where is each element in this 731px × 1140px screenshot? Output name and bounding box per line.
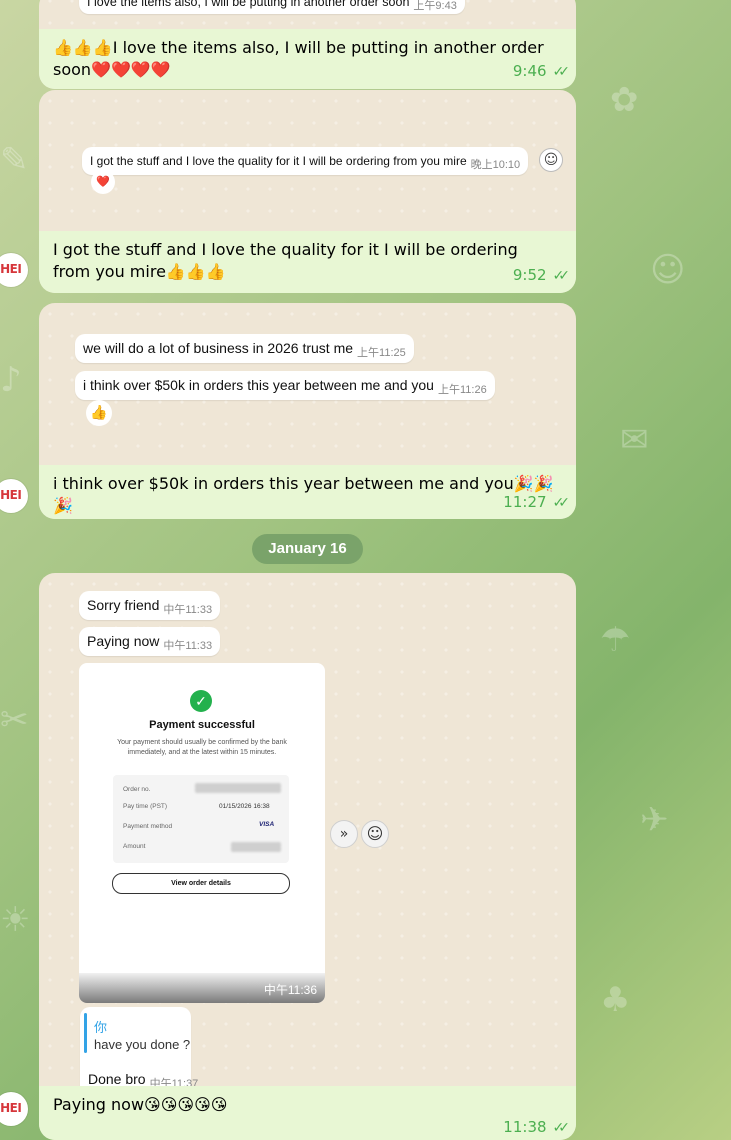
reply-accent-bar: [84, 1013, 87, 1053]
caption-text: Paying now😘😘😘😘😘: [53, 1095, 228, 1114]
wallpaper-doodle: ♣: [600, 980, 631, 1020]
paytime-value: 01/15/2026 16:38: [219, 803, 270, 810]
caption-text: 👍👍👍I love the items also, I will be putt…: [53, 38, 544, 79]
screenshot-message-text: we will do a lot of business in 2026 tru…: [83, 340, 354, 356]
screenshot-message: Sorry friend 中午11:33: [79, 591, 221, 620]
screenshot-message-text: Paying now: [87, 633, 160, 649]
payment-title: Payment successful: [149, 719, 255, 731]
screenshot-message-time: 晚上10:10: [470, 159, 521, 171]
caption-text: I got the stuff and I love the quality f…: [53, 240, 518, 281]
screenshot-message-time: 中午11:33: [163, 640, 213, 652]
reaction-badge: 👍: [86, 400, 112, 426]
check-icon: ✓: [190, 690, 212, 712]
screenshot-message-text: I love the items also, I will be putting…: [87, 0, 410, 9]
avatar[interactable]: SHEI: [0, 1092, 28, 1126]
redacted-amount: [231, 842, 281, 852]
caption-text: i think over $50k in orders this year be…: [53, 474, 554, 515]
message-meta: 11:38 ✓✓: [503, 1116, 571, 1139]
double-check-icon: ✓✓: [552, 268, 571, 284]
forward-icon[interactable]: »: [330, 820, 358, 848]
wallpaper-doodle: ✎: [0, 140, 29, 180]
avatar[interactable]: SHEI: [0, 479, 28, 513]
message-bubble[interactable]: we will do a lot of business in 2026 tru…: [39, 303, 576, 519]
avatar[interactable]: SHEI: [0, 253, 28, 287]
view-order-details-button: View order details: [112, 873, 290, 894]
wallpaper-doodle: ☺: [650, 250, 686, 290]
date-divider: January 16: [252, 534, 363, 564]
screenshot-message-text: Sorry friend: [87, 597, 160, 613]
wallpaper-doodle: ✉: [620, 420, 649, 460]
payment-screenshot[interactable]: ✓ Payment successful Your payment should…: [79, 663, 325, 1003]
message-bubble[interactable]: I got the stuff and I love the quality f…: [39, 90, 576, 293]
message-time: 11:38: [503, 1118, 547, 1136]
visa-logo: VISA: [259, 821, 275, 828]
screenshot-message-time: 上午11:26: [437, 384, 487, 396]
message-meta: 11:27 ✓✓: [503, 491, 571, 514]
smile-icon: ☺: [539, 148, 563, 172]
screenshot-message-text: I got the stuff and I love the quality f…: [90, 154, 467, 168]
screenshot-message-text: i think over $50k in orders this year be…: [83, 377, 434, 393]
reply-name: 你: [94, 1020, 108, 1035]
screenshot-message: Paying now 中午11:33: [79, 627, 221, 656]
wallpaper-doodle: ☀: [0, 900, 31, 940]
image-time: 中午11:36: [263, 983, 317, 997]
screenshot-message: we will do a lot of business in 2026 tru…: [75, 334, 414, 363]
amount-label: Amount: [123, 843, 146, 850]
message-bubble[interactable]: Sorry friend 中午11:33 Paying now 中午11:33 ✓ …: [39, 573, 576, 1140]
message-caption: 👍👍👍I love the items also, I will be putt…: [39, 29, 576, 89]
wallpaper-doodle: ✂: [0, 700, 29, 740]
message-meta: 9:46 ✓✓: [512, 60, 571, 83]
screenshot-message-time: 上午9:43: [413, 0, 457, 12]
double-check-icon: ✓✓: [552, 64, 571, 80]
avatar-text: SHEI: [0, 488, 22, 502]
message-caption: I got the stuff and I love the quality f…: [39, 231, 576, 293]
message-caption: i think over $50k in orders this year be…: [39, 465, 576, 519]
screenshot-message-time: 中午11:33: [163, 604, 213, 616]
payment-subtitle: Your payment should usually be confirmed…: [117, 739, 287, 756]
paytime-label: Pay time (PST): [123, 803, 168, 810]
screenshot-message-text: Done bro: [88, 1071, 146, 1087]
wallpaper-doodle: ♪: [0, 360, 22, 400]
reply-quoted-text: have you done ?: [94, 1037, 191, 1052]
message-meta: 9:52 ✓✓: [512, 264, 571, 287]
message-bubble[interactable]: I love the items also, I will be putting…: [39, 0, 576, 89]
double-check-icon: ✓✓: [552, 495, 571, 511]
screenshot-message: I got the stuff and I love the quality f…: [82, 147, 529, 175]
screenshot-message-time: 上午11:25: [357, 347, 406, 359]
screenshot-message: I love the items also, I will be putting…: [79, 0, 465, 14]
wallpaper-doodle: ☂: [600, 620, 631, 660]
payment-details: Order no. Pay time (PST) 01/15/2026 16:3…: [113, 775, 289, 863]
double-check-icon: ✓✓: [552, 1120, 571, 1136]
message-time: 9:52: [512, 266, 547, 284]
avatar-text: SHEI: [0, 262, 22, 276]
redacted-order-number: [195, 783, 281, 793]
screenshot-message: i think over $50k in orders this year be…: [75, 371, 495, 400]
image-footer: 中午11:36: [79, 973, 325, 1003]
message-time: 11:27: [503, 493, 547, 511]
reaction-badge: ❤️: [91, 170, 115, 194]
message-time: 9:46: [512, 62, 547, 80]
order-label: Order no.: [123, 786, 151, 793]
method-label: Payment method: [123, 823, 173, 830]
wallpaper-doodle: ✈: [640, 800, 669, 840]
message-caption: Paying now😘😘😘😘😘 11:38 ✓✓: [39, 1086, 576, 1140]
wallpaper-doodle: ✿: [610, 80, 639, 120]
avatar-text: SHEI: [0, 1101, 22, 1115]
smile-icon[interactable]: ☺: [361, 820, 389, 848]
